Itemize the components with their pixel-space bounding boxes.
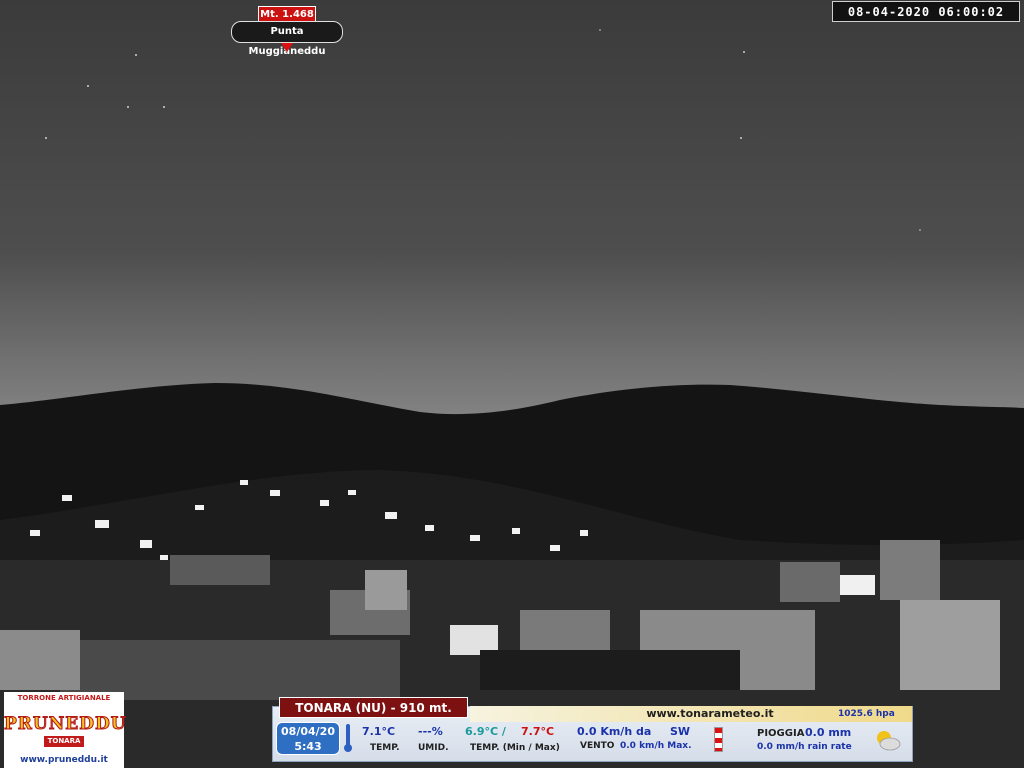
rain-label: PIOGGIA xyxy=(757,728,805,739)
windsock-icon xyxy=(714,727,723,752)
partly-cloudy-icon xyxy=(877,731,901,751)
minmax-label: TEMP. (Min / Max) xyxy=(470,743,560,753)
wind-direction: SW xyxy=(670,725,691,738)
sponsor-tagline: TORRONE ARTIGIANALE xyxy=(17,694,111,702)
site-link[interactable]: www.tonarameteo.it xyxy=(635,706,785,722)
peak-name-label: Punta Muggianeddu xyxy=(231,21,343,57)
temp-max-value: 7.7°C xyxy=(521,725,555,738)
webcam-view xyxy=(0,0,1024,768)
wind-value: 0.0 Km/h da xyxy=(577,725,652,738)
sky xyxy=(0,0,1024,420)
pressure-value: 1025.6 hpa xyxy=(838,709,895,719)
timestamp: 08-04-2020 06:00:02 xyxy=(832,1,1020,22)
temperature-label: TEMP. xyxy=(370,743,400,753)
station-title: TONARA (NU) - 910 mt. xyxy=(279,697,468,718)
peak-marker-icon xyxy=(281,43,293,52)
rain-rate-value: 0.0 mm/h rain rate xyxy=(757,742,852,752)
reading-time: 5:43 xyxy=(294,740,322,753)
wind-max-value: 0.0 km/h Max. xyxy=(620,741,692,751)
temp-min-value: 6.9°C / xyxy=(465,725,506,738)
reading-date: 08/04/20 xyxy=(281,725,335,738)
rain-value: 0.0 mm xyxy=(805,726,852,739)
sponsor-brand: PRUNEDDU xyxy=(4,714,127,735)
sponsor-logo[interactable]: TORRONE ARTIGIANALE PRUNEDDU TONARA www.… xyxy=(4,692,127,768)
humidity-value: ---% xyxy=(418,725,443,738)
reading-datetime: 08/04/20 5:43 xyxy=(276,722,340,755)
sponsor-town: TONARA xyxy=(44,736,84,747)
sponsor-url[interactable]: www.pruneddu.it xyxy=(4,755,124,765)
humidity-label: UMID. xyxy=(418,743,449,753)
wind-label: VENTO xyxy=(580,741,615,751)
temperature-value: 7.1°C xyxy=(362,725,396,738)
thermometer-bulb-icon xyxy=(344,744,352,752)
thermometer-icon xyxy=(346,724,350,746)
